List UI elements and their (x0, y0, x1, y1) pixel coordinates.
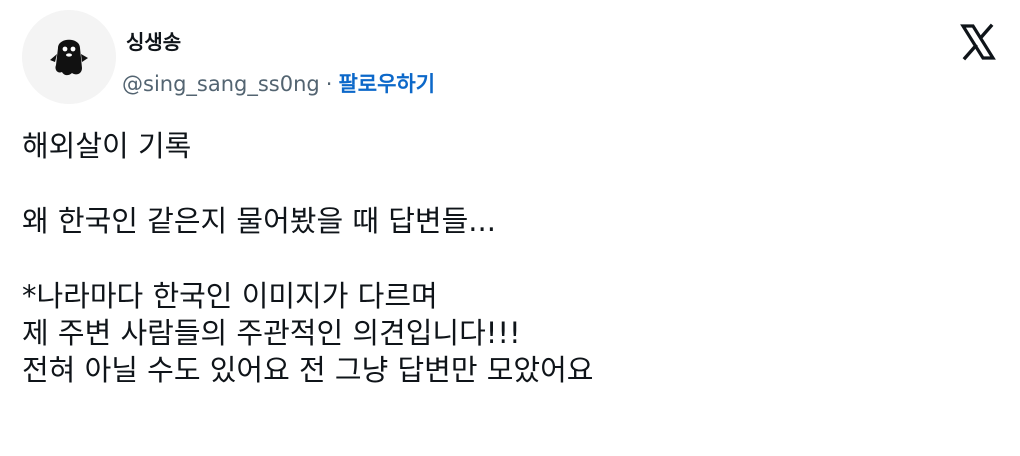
tweet-line-4: 제 주변 사람들의 주관적인 의견입니다!!! (22, 316, 521, 350)
tweet-line-5: 전혀 아닐 수도 있어요 전 그냥 답변만 모았어요 (22, 353, 594, 387)
separator-dot: · (325, 72, 333, 96)
x-logo-icon[interactable] (958, 22, 998, 62)
tweet-line-3: *나라마다 한국인 이미지가 다르며 (22, 279, 438, 313)
ghost-character-avatar-icon (22, 10, 116, 104)
tweet-header: 싱생송 @sing_sang_ss0ng · 팔로우하기 (22, 8, 998, 108)
tweet-line-1: 해외살이 기록 (22, 129, 192, 163)
follow-button[interactable]: 팔로우하기 (338, 72, 435, 96)
tweet-line-2: 왜 한국인 같은지 물어봤을 때 답변들... (22, 204, 496, 238)
author-meta: @sing_sang_ss0ng · 팔로우하기 (122, 70, 435, 98)
tweet-text: 해외살이 기록 왜 한국인 같은지 물어봤을 때 답변들... *나라마다 한국… (22, 128, 992, 389)
author-avatar[interactable] (22, 10, 116, 104)
author-display-name[interactable]: 싱생송 (126, 26, 181, 55)
author-handle[interactable]: @sing_sang_ss0ng (122, 72, 320, 96)
